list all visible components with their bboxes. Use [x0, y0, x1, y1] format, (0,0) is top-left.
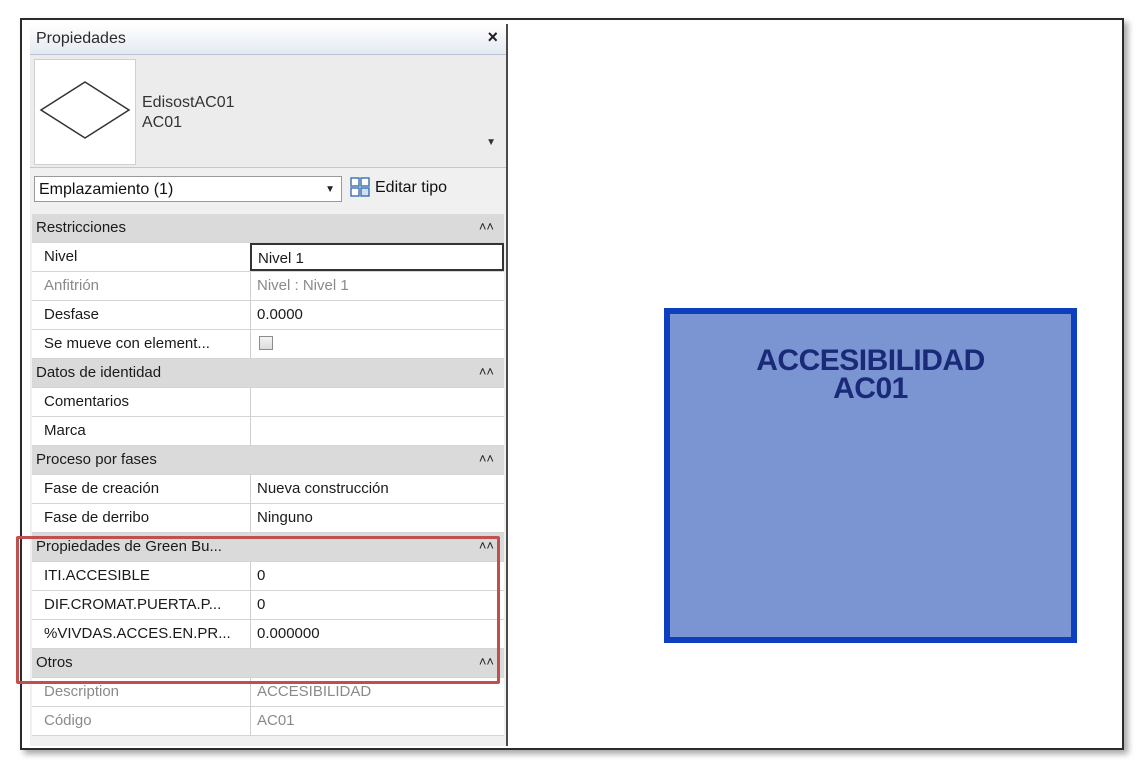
prop-row-nivel: Nivel Nivel 1 [32, 243, 504, 272]
palette-title: Propiedades [36, 30, 126, 47]
prop-value-text: Nivel : Nivel 1 [257, 277, 349, 294]
prop-value-text: Nueva construcción [257, 480, 389, 497]
prop-value-marca[interactable] [250, 417, 504, 445]
edit-type-label: Editar tipo [375, 179, 448, 196]
prop-value-text: AC01 [257, 712, 295, 729]
prop-row-moves-with: Se mueve con element... [32, 330, 504, 359]
collapse-icon[interactable]: ˄˄ [479, 219, 494, 234]
prop-value-text: 0.0000 [257, 306, 303, 323]
prop-value-moves-with [250, 330, 504, 358]
chevron-down-icon[interactable]: ▼ [486, 137, 496, 148]
edit-type-icon [350, 177, 370, 197]
type-name: EdisostAC01 AC01 [142, 93, 235, 133]
type-label: AC01 [142, 114, 183, 131]
group-restricciones[interactable]: Restricciones ˄˄ [32, 214, 504, 243]
type-preview-icon [34, 59, 136, 165]
prop-label: Fase de creación [44, 480, 160, 497]
prop-row-comentarios: Comentarios [32, 388, 504, 417]
tag-line-2: AC01 [833, 372, 908, 405]
instance-filter-row: Emplazamiento (1) ▼ Editar tipo [30, 172, 506, 206]
collapse-icon[interactable]: ˄˄ [479, 364, 494, 379]
prop-row-fase-derribo: Fase de derribo Ninguno [32, 504, 504, 533]
group-label: Restricciones [36, 219, 127, 236]
prop-label: Nivel [44, 248, 78, 265]
type-selector[interactable]: EdisostAC01 AC01 ▼ [30, 55, 506, 168]
prop-label: Se mueve con element... [44, 335, 210, 352]
prop-label: Desfase [44, 306, 100, 323]
prop-value-anfitrion: Nivel : Nivel 1 [250, 272, 504, 300]
prop-row-desfase: Desfase 0.0000 [32, 301, 504, 330]
group-label: Datos de identidad [36, 364, 162, 381]
prop-label: Description [44, 683, 120, 700]
prop-label: Código [44, 712, 92, 729]
group-label: Proceso por fases [36, 451, 157, 468]
room-tag-element[interactable]: ACCESIBILIDAD AC01 [664, 308, 1077, 643]
prop-label: Fase de derribo [44, 509, 150, 526]
group-proceso-fases[interactable]: Proceso por fases ˄˄ [32, 446, 504, 475]
close-icon[interactable]: × [487, 27, 498, 48]
collapse-icon[interactable]: ˄˄ [479, 451, 494, 466]
group-datos-identidad[interactable]: Datos de identidad ˄˄ [32, 359, 504, 388]
prop-value-codigo: AC01 [250, 707, 504, 735]
prop-row-anfitrion: Anfitrión Nivel : Nivel 1 [32, 272, 504, 301]
prop-value-comentarios[interactable] [250, 388, 504, 416]
prop-label: Comentarios [44, 393, 130, 410]
prop-label: Anfitrión [44, 277, 100, 294]
prop-value-text: Ninguno [257, 509, 313, 526]
type-family: EdisostAC01 [142, 94, 235, 111]
palette-titlebar: Propiedades × [30, 24, 506, 55]
prop-value-desfase[interactable]: 0.0000 [250, 301, 504, 329]
instance-filter-dropdown[interactable]: Emplazamiento (1) ▼ [34, 176, 342, 202]
prop-row-fase-creacion: Fase de creación Nueva construcción [32, 475, 504, 504]
prop-value-text: ACCESIBILIDAD [257, 683, 372, 700]
prop-row-marca: Marca [32, 417, 504, 446]
prop-row-codigo: Código AC01 [32, 707, 504, 736]
prop-value-fase-creacion[interactable]: Nueva construcción [250, 475, 504, 503]
prop-value-nivel[interactable]: Nivel 1 [250, 243, 504, 271]
prop-value-fase-derribo[interactable]: Ninguno [250, 504, 504, 532]
moves-with-checkbox[interactable] [259, 336, 273, 350]
chevron-down-icon: ▼ [325, 184, 335, 195]
instance-filter-value: Emplazamiento (1) [39, 181, 174, 198]
green-building-highlight [16, 536, 500, 684]
prop-value-text: Nivel 1 [258, 250, 304, 267]
prop-label: Marca [44, 422, 86, 439]
